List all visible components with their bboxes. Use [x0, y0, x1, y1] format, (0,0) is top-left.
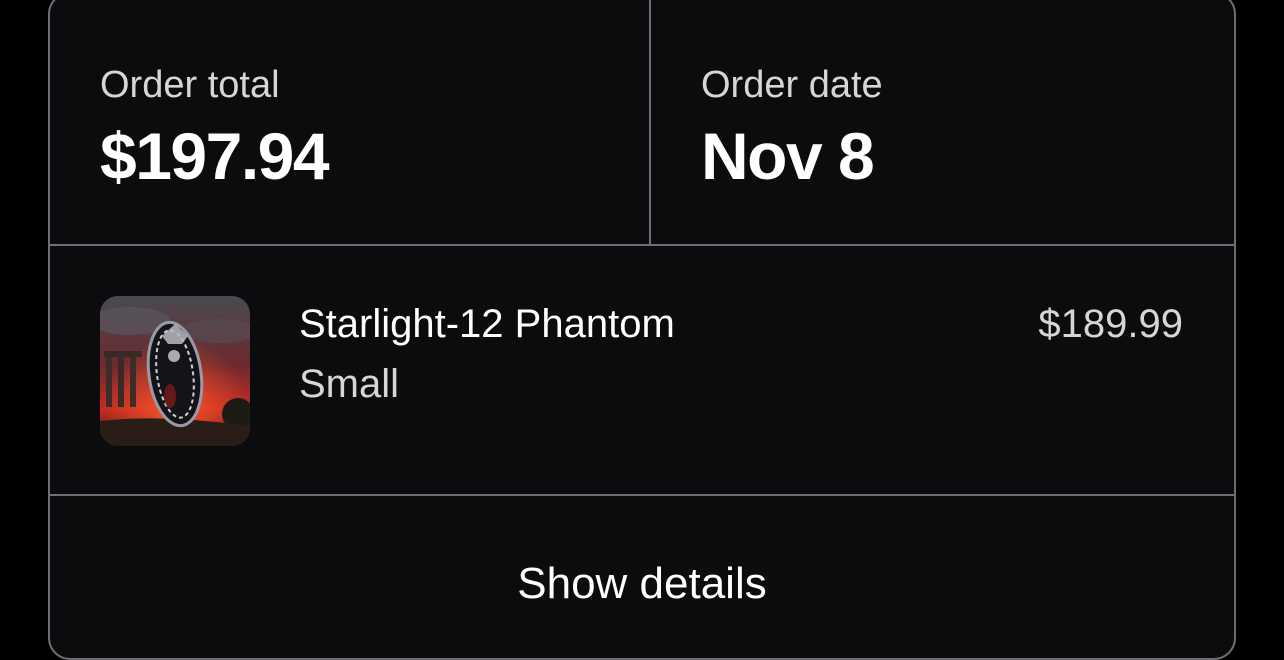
order-date-label: Order date [701, 64, 883, 106]
order-total-value: $197.94 [100, 119, 330, 193]
item-price: $189.99 [1038, 302, 1183, 346]
order-date-cell: Order date Nov 8 [651, 0, 1234, 244]
product-image-icon [100, 296, 250, 446]
order-total-cell: Order total $197.94 [50, 0, 651, 244]
product-thumbnail [100, 296, 250, 446]
order-item-row[interactable]: Starlight-12 Phantom Small $189.99 [50, 246, 1234, 496]
show-details-label: Show details [517, 559, 767, 608]
order-total-label: Order total [100, 64, 280, 106]
order-card: Order total $197.94 Order date Nov 8 Sta… [48, 0, 1236, 660]
item-name: Starlight-12 Phantom [299, 302, 675, 346]
order-date-value: Nov 8 [701, 119, 875, 193]
show-details-button[interactable]: Show details [50, 496, 1234, 658]
item-variant: Small [299, 362, 400, 406]
order-summary-row: Order total $197.94 Order date Nov 8 [50, 0, 1234, 246]
